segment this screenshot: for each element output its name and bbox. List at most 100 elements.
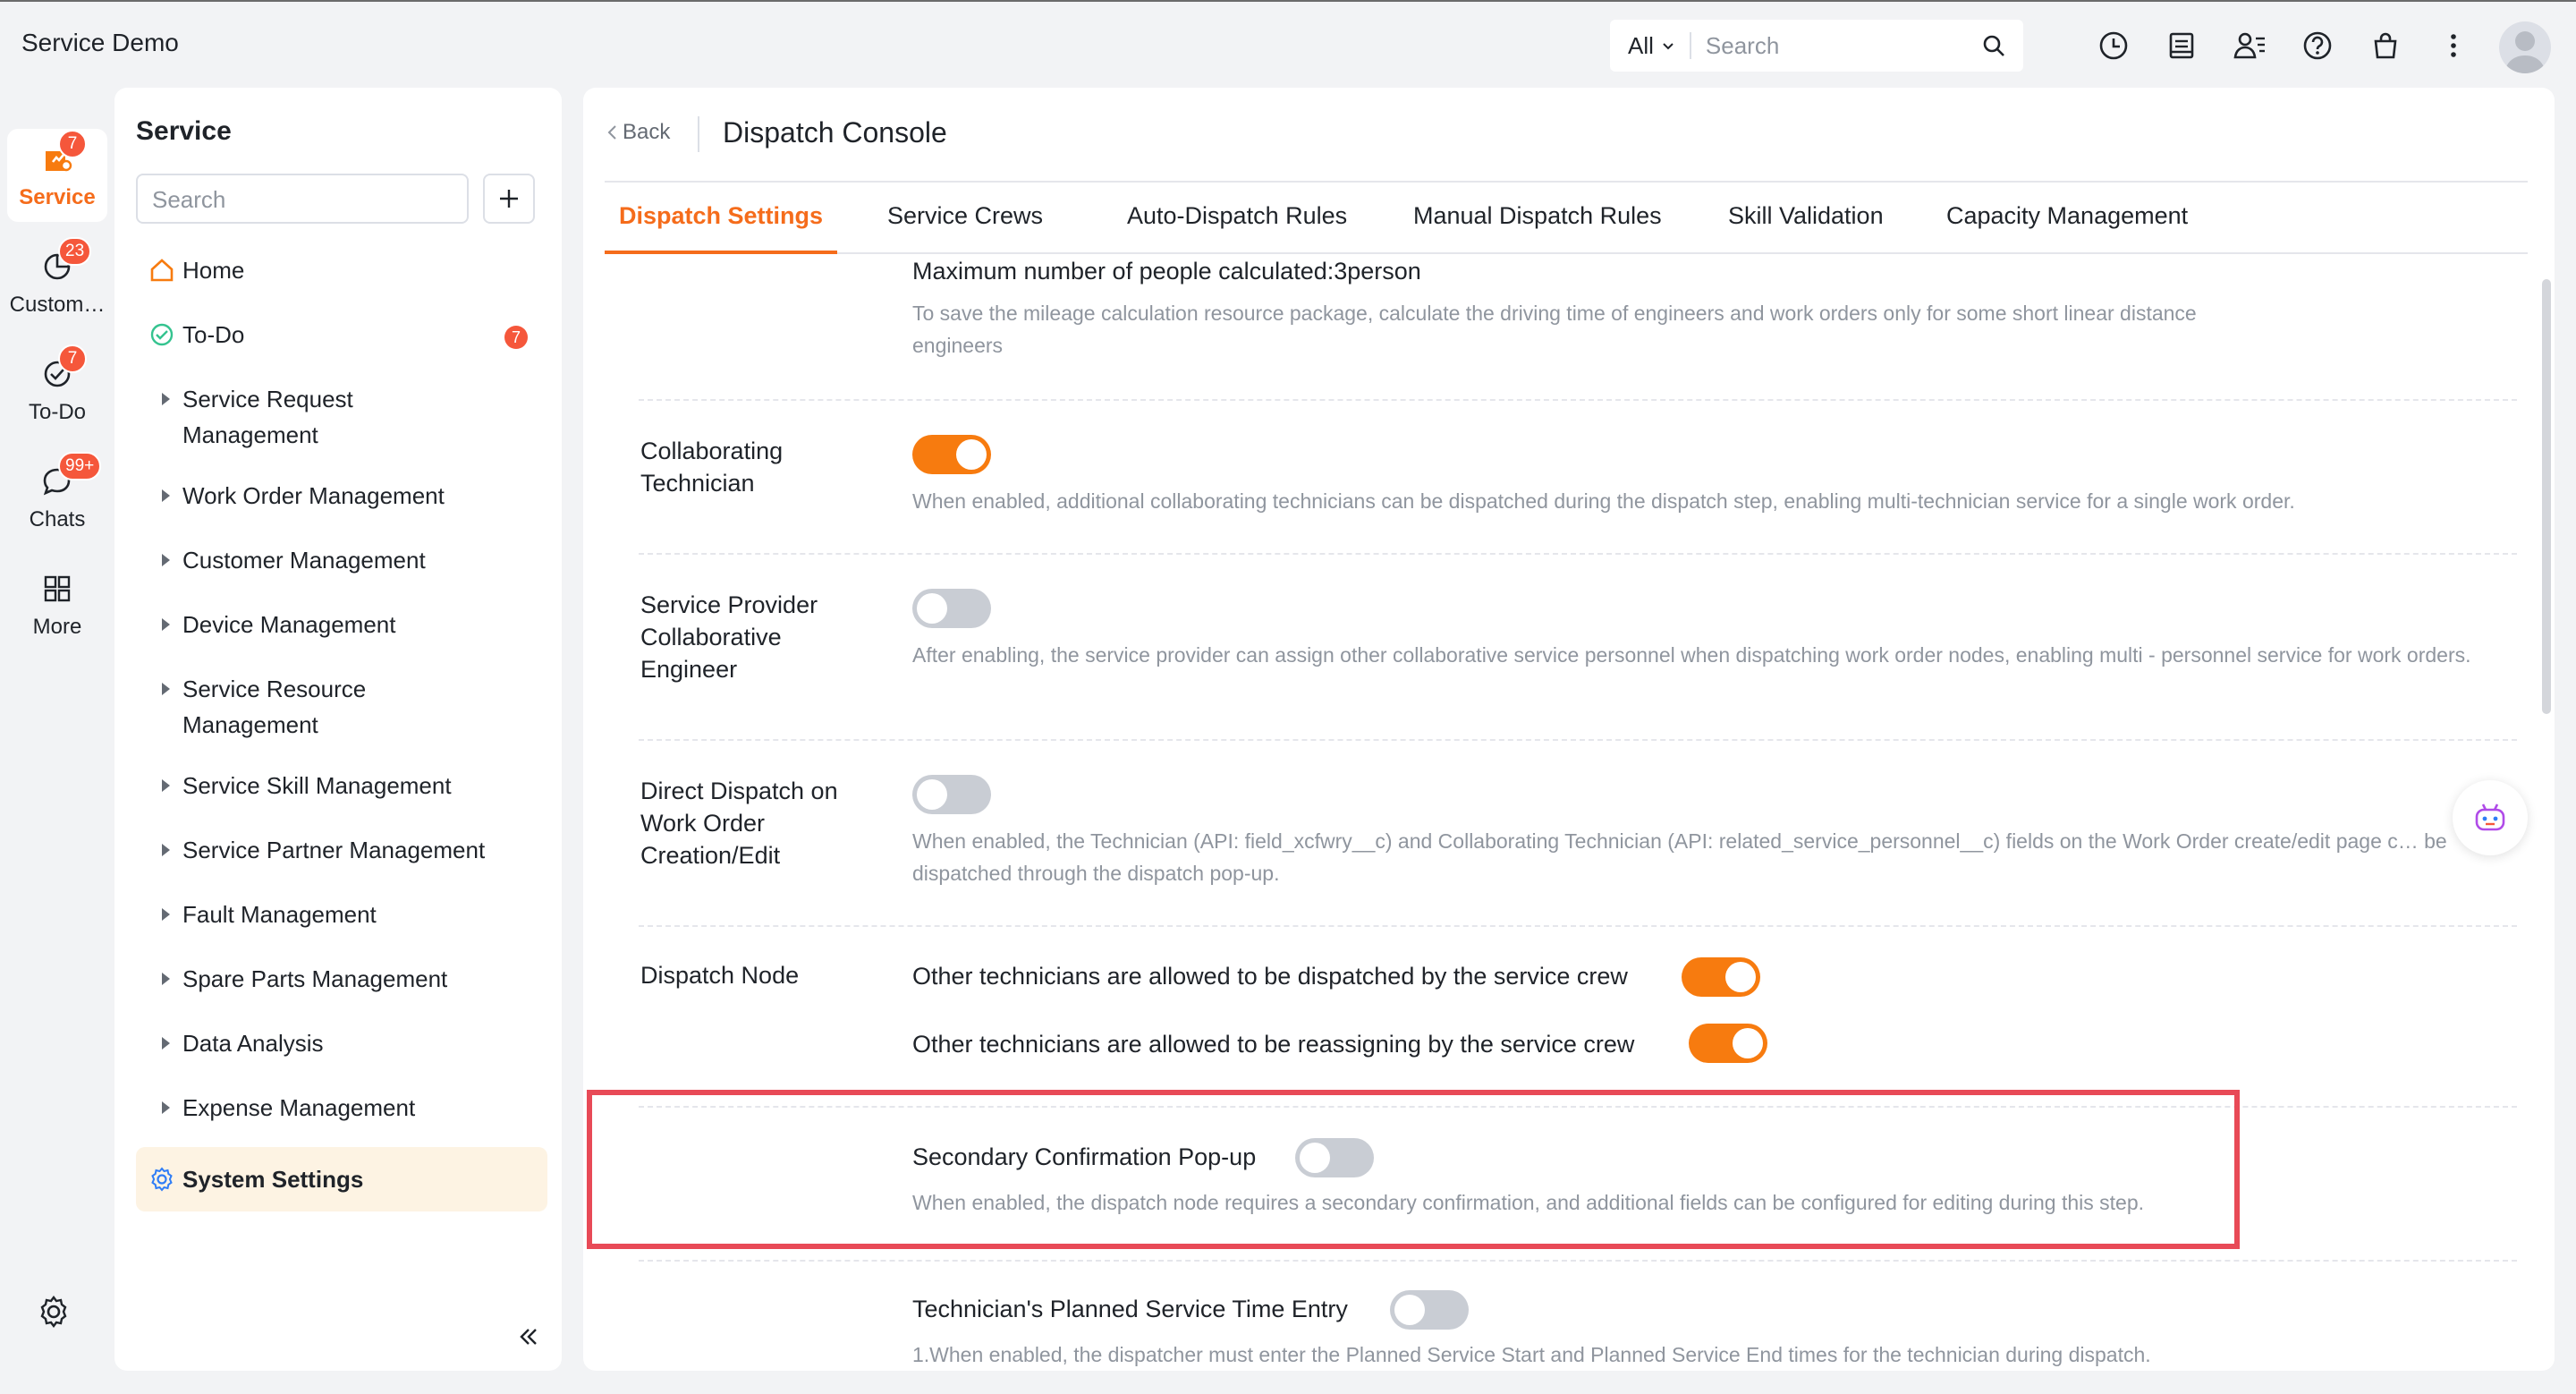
rail-badge: 23 [58, 237, 92, 266]
rail-item-todo[interactable]: 7 To-Do [7, 344, 107, 437]
dispatch-node-highlight [587, 1090, 2240, 1249]
nav-item-device-management[interactable]: Device Management [136, 607, 547, 642]
caret-right-icon [148, 381, 175, 417]
rail-item-service[interactable]: 7 Service [7, 129, 107, 222]
nav-item-system-settings[interactable]: System Settings [136, 1147, 547, 1211]
provider-collab-toggle[interactable] [912, 589, 991, 628]
tab-capacity-management[interactable]: Capacity Management [1946, 202, 2188, 254]
robot-icon [2475, 803, 2505, 831]
dispatch-node-label: Dispatch Node [640, 962, 800, 989]
caret-right-icon [148, 832, 175, 868]
contacts-icon[interactable] [2229, 25, 2270, 66]
caret-right-icon [148, 542, 175, 578]
nav-item-label: Home [182, 257, 245, 284]
page-title: Dispatch Console [723, 116, 947, 149]
shopping-bag-icon[interactable] [2365, 25, 2406, 66]
tab-skill-validation[interactable]: Skill Validation [1728, 202, 1884, 254]
search-scope-label: All [1628, 31, 1654, 59]
nav-item-data-analysis[interactable]: Data Analysis [136, 1025, 547, 1061]
back-button[interactable]: Back [606, 120, 670, 145]
vertical-scrollbar[interactable] [2542, 279, 2551, 714]
rail-badge: 99+ [58, 452, 102, 480]
service-side-panel: Service Search Home To-Do 7 Service Requ… [114, 88, 562, 1371]
rail-item-more[interactable]: More [7, 558, 107, 651]
rail-item-chats[interactable]: 99+ Chats [7, 451, 107, 544]
nav-item-label: System Settings [182, 1166, 364, 1193]
caret-right-icon [148, 671, 175, 707]
search-icon[interactable] [1973, 25, 2014, 66]
add-button[interactable] [483, 174, 535, 224]
chevron-left-icon [607, 125, 616, 140]
nav-item-label: Expense Management [182, 1094, 416, 1121]
home-icon [148, 252, 175, 288]
collapse-panel-icon[interactable] [513, 1322, 549, 1358]
section-divider [639, 553, 2517, 555]
nav-item-label: Work Order Management [182, 482, 445, 509]
service-icon: 7 [38, 130, 87, 178]
tab-dispatch-settings[interactable]: Dispatch Settings [605, 202, 838, 254]
gear-icon[interactable] [36, 1294, 77, 1335]
chat-bubble-icon: 99+ [38, 452, 102, 500]
rail-item-label: To-Do [28, 400, 87, 424]
nav-item-customer-management[interactable]: Customer Management [136, 542, 547, 578]
collab-tech-label: Collaborating Technician [640, 438, 784, 497]
collab-tech-toggle[interactable] [912, 435, 991, 474]
nav-item-label: Customer Management [182, 547, 426, 574]
rail-badge: 7 [58, 130, 87, 158]
nav-item-service-resource-management[interactable]: Service Resource Management [136, 671, 547, 743]
settings-icon [148, 1161, 175, 1197]
pie-chart-icon: 23 [38, 237, 92, 285]
caret-right-icon [148, 607, 175, 642]
nav-item-service-request-management[interactable]: Service Request Management [136, 381, 547, 453]
history-icon[interactable] [2093, 25, 2134, 66]
user-avatar[interactable] [2499, 21, 2551, 73]
nav-item-todo[interactable]: To-Do 7 [136, 317, 547, 353]
nav-item-label: Service Skill Management [182, 772, 452, 799]
header-line [605, 181, 2528, 183]
section-divider [639, 399, 2517, 401]
caret-right-icon [148, 1090, 175, 1126]
rail-item-label: More [32, 615, 82, 639]
nav-item-label: Service Resource Management [182, 676, 367, 738]
nav-item-expense-management[interactable]: Expense Management [136, 1090, 547, 1126]
direct-dispatch-toggle[interactable] [912, 775, 991, 814]
app-rail: 7 Service 23 Custom… 7 To-Do 99+ Chats M… [0, 86, 114, 1394]
tab-auto-dispatch-rules[interactable]: Auto-Dispatch Rules [1127, 202, 1347, 254]
rail-item-customer[interactable]: 23 Custom… [7, 236, 107, 329]
nav-item-service-skill-management[interactable]: Service Skill Management [136, 768, 547, 803]
grid-icon [38, 570, 76, 608]
help-icon[interactable] [2297, 25, 2338, 66]
back-label: Back [623, 120, 671, 144]
chevron-down-icon [1663, 43, 1674, 50]
dispatch-node-option-1-toggle[interactable] [1682, 957, 1760, 997]
rail-item-label: Service [19, 185, 96, 209]
dispatch-node-option-2: Other technicians are allowed to be reas… [912, 1031, 1635, 1058]
nav-item-fault-management[interactable]: Fault Management [136, 897, 547, 932]
planned-time-toggle[interactable] [1390, 1290, 1469, 1330]
nav-item-service-partner-management[interactable]: Service Partner Management [136, 832, 547, 868]
global-search[interactable]: All Search [1610, 20, 2023, 72]
side-search-input[interactable]: Search [136, 174, 469, 224]
nav-item-spare-parts-management[interactable]: Spare Parts Management [136, 961, 547, 997]
collab-tech-desc: When enabled, additional collaborating t… [912, 489, 2295, 513]
nav-item-work-order-management[interactable]: Work Order Management [136, 478, 547, 514]
planned-time-text: Technician's Planned Service Time Entry [912, 1296, 1348, 1322]
global-search-input[interactable]: Search [1706, 32, 1973, 60]
assistant-bot-button[interactable] [2453, 780, 2528, 855]
direct-dispatch-desc: When enabled, the Technician (API: field… [912, 829, 2447, 885]
nav-item-label: Service Partner Management [182, 837, 486, 863]
tasks-icon[interactable] [2161, 25, 2202, 66]
nav-item-home[interactable]: Home [136, 252, 547, 288]
max-people-desc: To save the mileage calculation resource… [912, 302, 2197, 357]
search-scope-select[interactable]: All [1610, 32, 1675, 60]
section-divider [639, 1260, 2517, 1262]
nav-item-label: Device Management [182, 611, 396, 638]
caret-right-icon [148, 897, 175, 932]
dispatch-node-option-2-toggle[interactable] [1689, 1024, 1767, 1063]
more-vertical-icon[interactable] [2433, 25, 2474, 66]
tab-service-crews[interactable]: Service Crews [887, 202, 1043, 254]
planned-time-desc: 1.When enabled, the dispatcher must ente… [912, 1343, 2151, 1366]
rail-item-label: Chats [29, 507, 86, 531]
app-title: Service Demo [21, 29, 179, 56]
tab-manual-dispatch-rules[interactable]: Manual Dispatch Rules [1413, 202, 1662, 254]
